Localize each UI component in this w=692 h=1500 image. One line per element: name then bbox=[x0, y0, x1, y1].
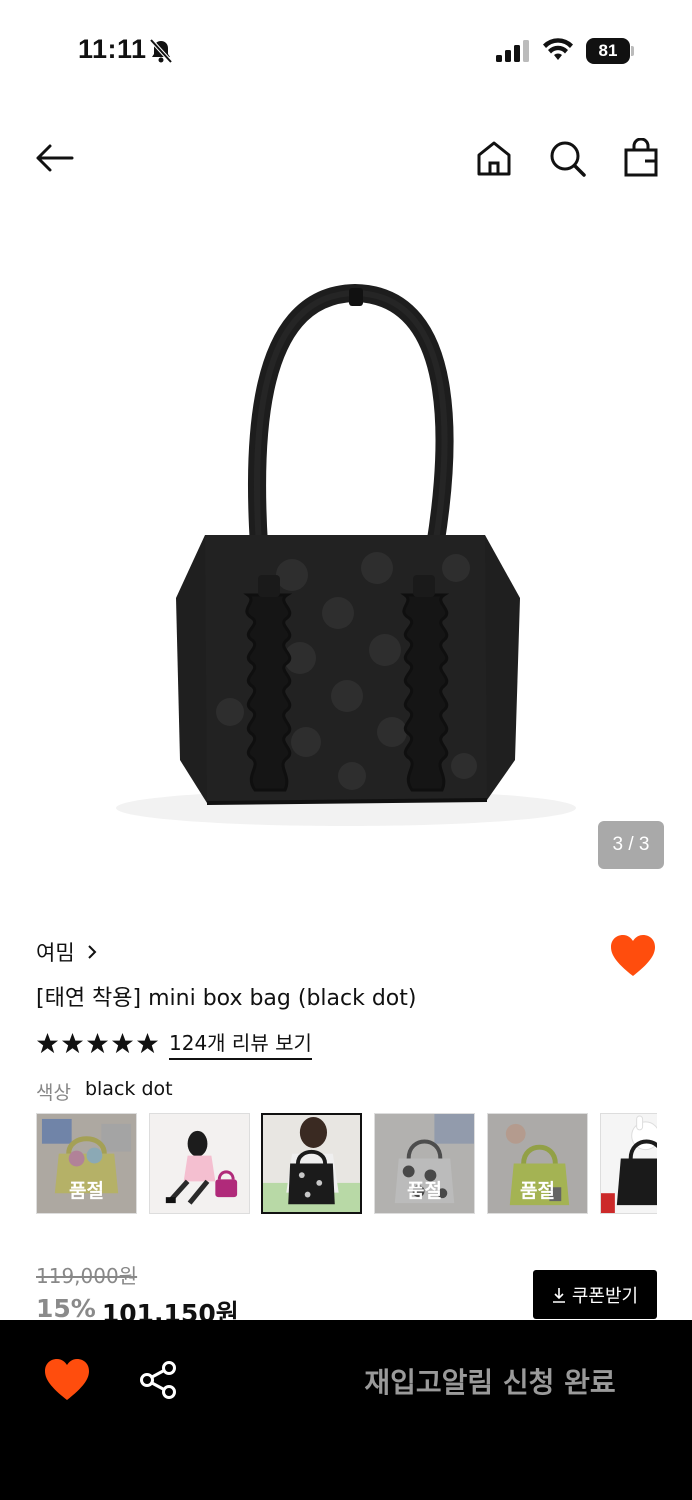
home-icon[interactable] bbox=[474, 138, 514, 178]
coupon-download-button[interactable]: 쿠폰받기 bbox=[533, 1270, 657, 1319]
product-image[interactable] bbox=[0, 200, 692, 900]
heart-icon[interactable] bbox=[610, 934, 656, 978]
restock-alert-button[interactable]: 재입고알림 신청 완료 bbox=[330, 1356, 650, 1406]
share-icon[interactable] bbox=[138, 1360, 178, 1400]
back-arrow-icon[interactable] bbox=[34, 138, 74, 178]
star-icon bbox=[36, 1032, 59, 1053]
bag-illustration bbox=[116, 283, 576, 826]
battery-icon: 81 bbox=[586, 38, 634, 64]
status-time: 11:11 bbox=[78, 34, 147, 64]
option-label: 색상 bbox=[36, 1082, 71, 1104]
download-icon bbox=[552, 1287, 565, 1303]
review-link[interactable]: 124개 리뷰 보기 bbox=[169, 1027, 312, 1060]
image-counter: 3 / 3 bbox=[598, 821, 664, 869]
signal-icon bbox=[496, 40, 529, 62]
color-thumbnail-list: 품절 품절 품절 bbox=[36, 1113, 657, 1215]
option-value: black dot bbox=[84, 1078, 173, 1100]
wishlist-heart-icon[interactable] bbox=[44, 1358, 90, 1402]
color-thumbnail[interactable]: 품절 bbox=[36, 1113, 137, 1214]
bottom-action-bar: 재입고알림 신청 완료 bbox=[0, 1320, 692, 1500]
star-icon bbox=[86, 1032, 109, 1053]
coupon-label: 쿠폰받기 bbox=[571, 1285, 639, 1307]
soldout-label: 품절 bbox=[407, 1180, 442, 1202]
discount-rate: 15% bbox=[36, 1294, 96, 1320]
color-option: 색상 black dot bbox=[36, 1078, 173, 1105]
color-thumbnail[interactable] bbox=[149, 1113, 250, 1214]
rating-row: 124개 리뷰 보기 bbox=[36, 1027, 312, 1060]
brand-name: 여밈 bbox=[36, 941, 75, 965]
star-icon bbox=[136, 1032, 159, 1053]
top-nav-bar bbox=[0, 120, 692, 196]
chevron-right-icon bbox=[87, 945, 97, 959]
color-thumbnail[interactable]: 품절 bbox=[487, 1113, 588, 1214]
sale-price: 101,150원 bbox=[101, 1299, 239, 1320]
soldout-label: 품절 bbox=[69, 1180, 104, 1202]
product-title: [태연 착용] mini box bag (black dot) bbox=[36, 986, 417, 1011]
original-price: 119,000원 bbox=[36, 1264, 138, 1288]
search-icon[interactable] bbox=[547, 138, 587, 178]
brand-link[interactable]: 여밈 bbox=[36, 937, 99, 967]
battery-level: 81 bbox=[586, 38, 630, 64]
star-rating bbox=[36, 1032, 159, 1055]
soldout-label: 품절 bbox=[520, 1180, 555, 1202]
color-thumbnail[interactable] bbox=[600, 1113, 657, 1214]
color-thumbnail-selected[interactable] bbox=[261, 1113, 362, 1214]
sale-price-row: 15% 101,150원 bbox=[36, 1294, 239, 1320]
status-bar: 11:11 81 bbox=[0, 0, 692, 100]
color-thumbnail[interactable]: 품절 bbox=[374, 1113, 475, 1214]
star-icon bbox=[111, 1032, 134, 1053]
wifi-icon bbox=[543, 38, 573, 60]
star-icon bbox=[61, 1032, 84, 1053]
bell-off-icon bbox=[149, 38, 173, 64]
shopping-bag-icon[interactable] bbox=[621, 138, 661, 178]
